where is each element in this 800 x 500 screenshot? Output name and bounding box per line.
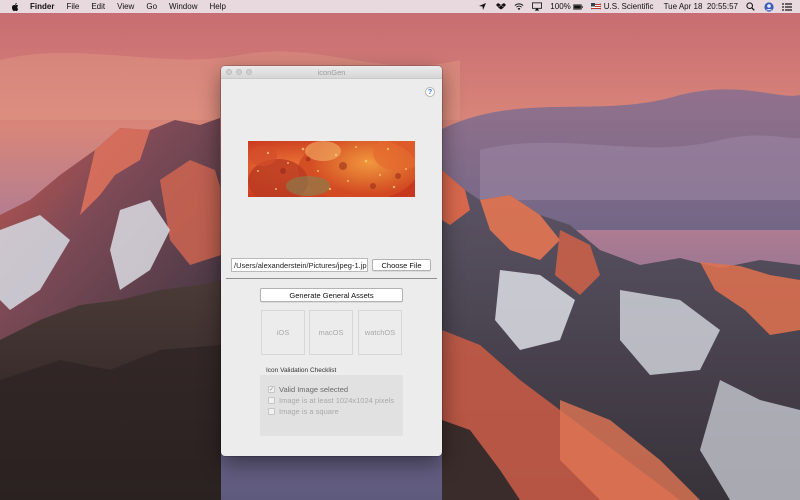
image-preview: [248, 141, 415, 197]
battery-icon[interactable]: [572, 2, 583, 11]
divider: [226, 278, 437, 279]
zoom-window-button[interactable]: [246, 69, 252, 75]
check-label: Image is at least 1024x1024 pixels: [279, 396, 395, 405]
check-valid-image[interactable]: ✓ Valid Image selected: [268, 384, 403, 395]
minimize-window-button[interactable]: [236, 69, 242, 75]
ios-button[interactable]: iOS: [261, 310, 305, 355]
airplay-icon[interactable]: [532, 2, 543, 11]
macos-button[interactable]: macOS: [309, 310, 353, 355]
menu-bar: Finder File Edit View Go Window Help 100…: [0, 0, 800, 13]
check-label: Valid Image selected: [279, 385, 349, 394]
menubar-clock[interactable]: Tue Apr 18 20:55:57: [664, 2, 738, 11]
menu-file[interactable]: File: [60, 0, 85, 13]
location-arrow-icon[interactable]: [478, 2, 488, 11]
checkbox-empty-icon[interactable]: [268, 397, 275, 404]
wifi-icon[interactable]: [514, 2, 524, 11]
check-label: Image is a square: [279, 407, 339, 416]
validation-checklist: ✓ Valid Image selected Image is at least…: [260, 375, 403, 436]
watchos-button[interactable]: watchOS: [358, 310, 402, 355]
input-source-label[interactable]: U.S. Scientific: [604, 2, 654, 11]
choose-file-button[interactable]: Choose File: [372, 259, 431, 271]
checkbox-empty-icon[interactable]: [268, 408, 275, 415]
menu-go[interactable]: Go: [140, 0, 163, 13]
checkmark-icon[interactable]: ✓: [268, 386, 275, 393]
help-button[interactable]: ?: [425, 87, 435, 97]
battery-percent[interactable]: 100%: [550, 2, 570, 11]
menu-app-name[interactable]: Finder: [30, 0, 60, 13]
apple-icon[interactable]: [10, 2, 20, 12]
window-titlebar[interactable]: iconGen: [221, 66, 442, 79]
menu-help[interactable]: Help: [203, 0, 231, 13]
input-source-flag-icon[interactable]: [590, 2, 601, 11]
window-controls: [226, 69, 256, 75]
close-window-button[interactable]: [226, 69, 232, 75]
user-avatar-icon[interactable]: [764, 1, 774, 12]
notification-center-icon[interactable]: [782, 2, 792, 11]
menu-edit[interactable]: Edit: [85, 0, 111, 13]
check-min-size[interactable]: Image is at least 1024x1024 pixels: [268, 395, 403, 406]
generate-general-assets-button[interactable]: Generate General Assets: [260, 288, 403, 302]
check-square[interactable]: Image is a square: [268, 406, 403, 417]
menu-window[interactable]: Window: [163, 0, 203, 13]
menu-view[interactable]: View: [111, 0, 140, 13]
app-window: iconGen ? /Users/alexanderstein/Pictures…: [221, 66, 442, 456]
file-path-field[interactable]: /Users/alexanderstein/Pictures/jpeg-1.jp…: [231, 258, 368, 272]
selected-image-thumbnail: [248, 141, 415, 197]
dropbox-like-icon[interactable]: [496, 2, 507, 11]
checklist-title: Icon Validation Checklist: [266, 367, 337, 374]
spotlight-search-icon[interactable]: [746, 2, 756, 11]
